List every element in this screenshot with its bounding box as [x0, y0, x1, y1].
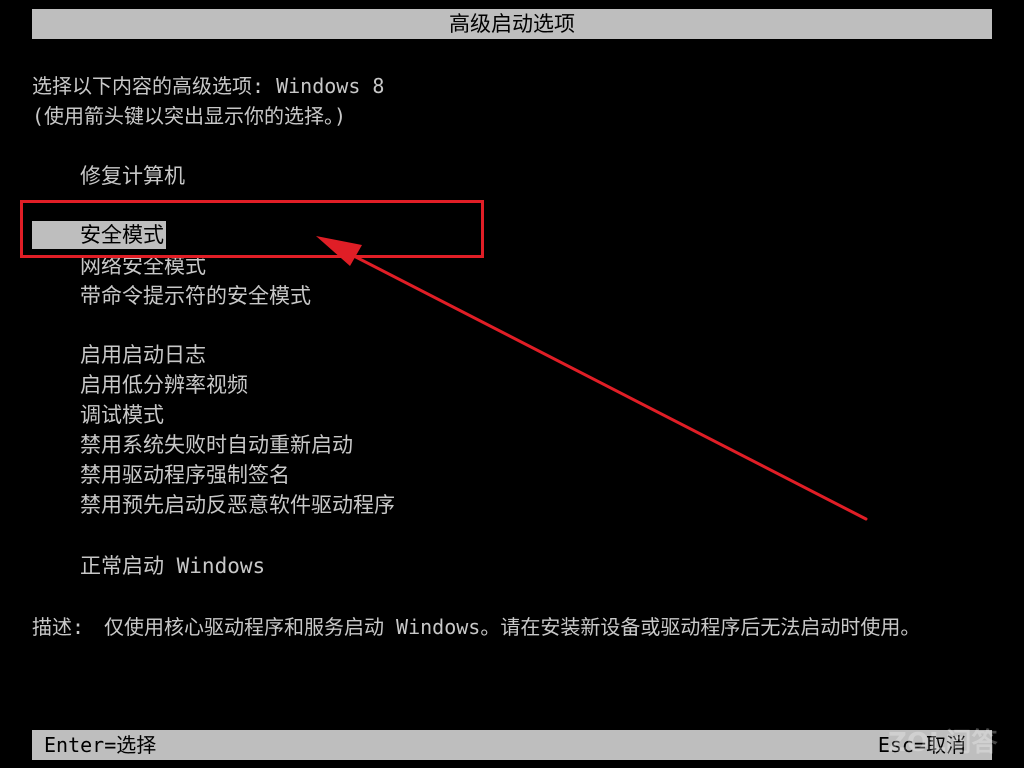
menu-item-disable-early-antimalware[interactable]: 禁用预先启动反恶意软件驱动程序: [80, 491, 395, 519]
title-bar: 高级启动选项: [32, 9, 992, 39]
menu-item-low-resolution-video[interactable]: 启用低分辨率视频: [80, 371, 248, 399]
zol-watermark: ZOL问答: [888, 728, 998, 758]
menu-item-boot-logging[interactable]: 启用启动日志: [80, 341, 206, 369]
annotation-highlight-box: [20, 200, 484, 258]
arrow-key-hint: (使用箭头键以突出显示你的选择。): [32, 104, 347, 128]
os-selection-prompt: 选择以下内容的高级选项: Windows 8: [32, 74, 385, 98]
menu-item-repair-computer[interactable]: 修复计算机: [80, 162, 185, 190]
description-text: 仅使用核心驱动程序和服务启动 Windows。请在安装新设备或驱动程序后无法启动…: [104, 615, 921, 639]
status-bar: Enter=选择 Esc=取消: [32, 730, 992, 760]
menu-item-disable-driver-signature[interactable]: 禁用驱动程序强制签名: [80, 461, 290, 489]
description-label: 描述:: [32, 615, 85, 639]
menu-item-disable-auto-restart[interactable]: 禁用系统失败时自动重新启动: [80, 431, 353, 459]
menu-item-start-windows-normally[interactable]: 正常启动 Windows: [80, 552, 265, 580]
enter-select-hint: Enter=选择: [44, 733, 157, 757]
menu-item-debugging-mode[interactable]: 调试模式: [80, 401, 164, 429]
page-title: 高级启动选项: [449, 12, 575, 36]
menu-item-safe-mode-command-prompt[interactable]: 带命令提示符的安全模式: [80, 282, 311, 310]
